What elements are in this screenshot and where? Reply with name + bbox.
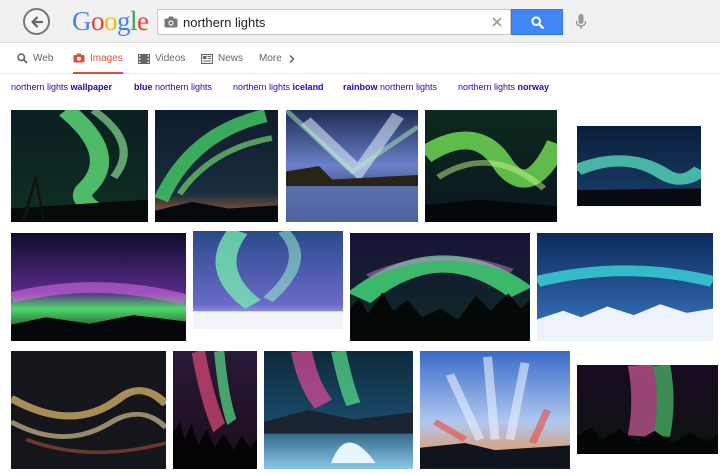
logo-letter: G (72, 6, 92, 36)
image-result[interactable] (173, 351, 257, 469)
image-result[interactable] (420, 351, 570, 469)
image-result[interactable] (350, 233, 530, 341)
microphone-icon[interactable] (574, 12, 588, 32)
image-result[interactable] (577, 365, 718, 454)
camera-icon (73, 53, 85, 63)
tab-label: Web (33, 53, 54, 64)
tab-label: Videos (155, 53, 186, 64)
tab-label: Images (90, 52, 123, 64)
top-bar: Google (0, 0, 720, 43)
newspaper-icon (201, 53, 213, 64)
related-search-link[interactable]: northern lights wallpaper (11, 82, 112, 92)
image-result[interactable] (11, 233, 186, 341)
logo-letter: l (130, 6, 138, 36)
tab-videos[interactable]: Videos (138, 44, 185, 73)
logo-letter: g (117, 6, 131, 36)
search-input[interactable] (183, 13, 483, 32)
related-search-link[interactable]: northern lights iceland (233, 82, 324, 92)
magnifier-icon (530, 15, 544, 29)
image-result[interactable] (425, 110, 557, 222)
image-result[interactable] (155, 110, 278, 222)
logo-letter: o (104, 6, 118, 36)
related-search-link[interactable]: rainbow northern lights (343, 82, 437, 92)
tab-label: More (259, 53, 282, 64)
camera-icon[interactable] (164, 16, 178, 28)
related-search-link[interactable]: blue northern lights (134, 82, 212, 92)
logo-letter: e (137, 6, 149, 36)
tab-images[interactable]: Images (73, 44, 123, 74)
image-result[interactable] (11, 110, 148, 222)
image-result[interactable] (286, 110, 418, 222)
search-icon (17, 53, 28, 64)
search-box (157, 9, 511, 35)
google-logo[interactable]: Google (72, 6, 149, 36)
tab-news[interactable]: News (201, 44, 243, 73)
image-result[interactable] (264, 351, 413, 469)
tab-label: News (218, 53, 244, 64)
tab-more[interactable]: More (259, 44, 296, 73)
close-icon (492, 17, 502, 27)
film-icon (138, 53, 150, 64)
clear-search-button[interactable] (488, 13, 506, 31)
back-button[interactable] (23, 8, 50, 35)
chevron-right-icon (289, 54, 295, 63)
image-result[interactable] (537, 233, 713, 341)
search-tabs: Web Images Videos News More (0, 44, 720, 74)
search-button[interactable] (511, 9, 563, 35)
logo-letter: o (91, 6, 105, 36)
back-arrow-icon (30, 15, 43, 28)
image-result[interactable] (11, 351, 166, 469)
tab-web[interactable]: Web (17, 44, 53, 73)
image-result[interactable] (577, 126, 701, 206)
image-result[interactable] (193, 231, 343, 329)
related-search-link[interactable]: northern lights norway (458, 82, 549, 92)
